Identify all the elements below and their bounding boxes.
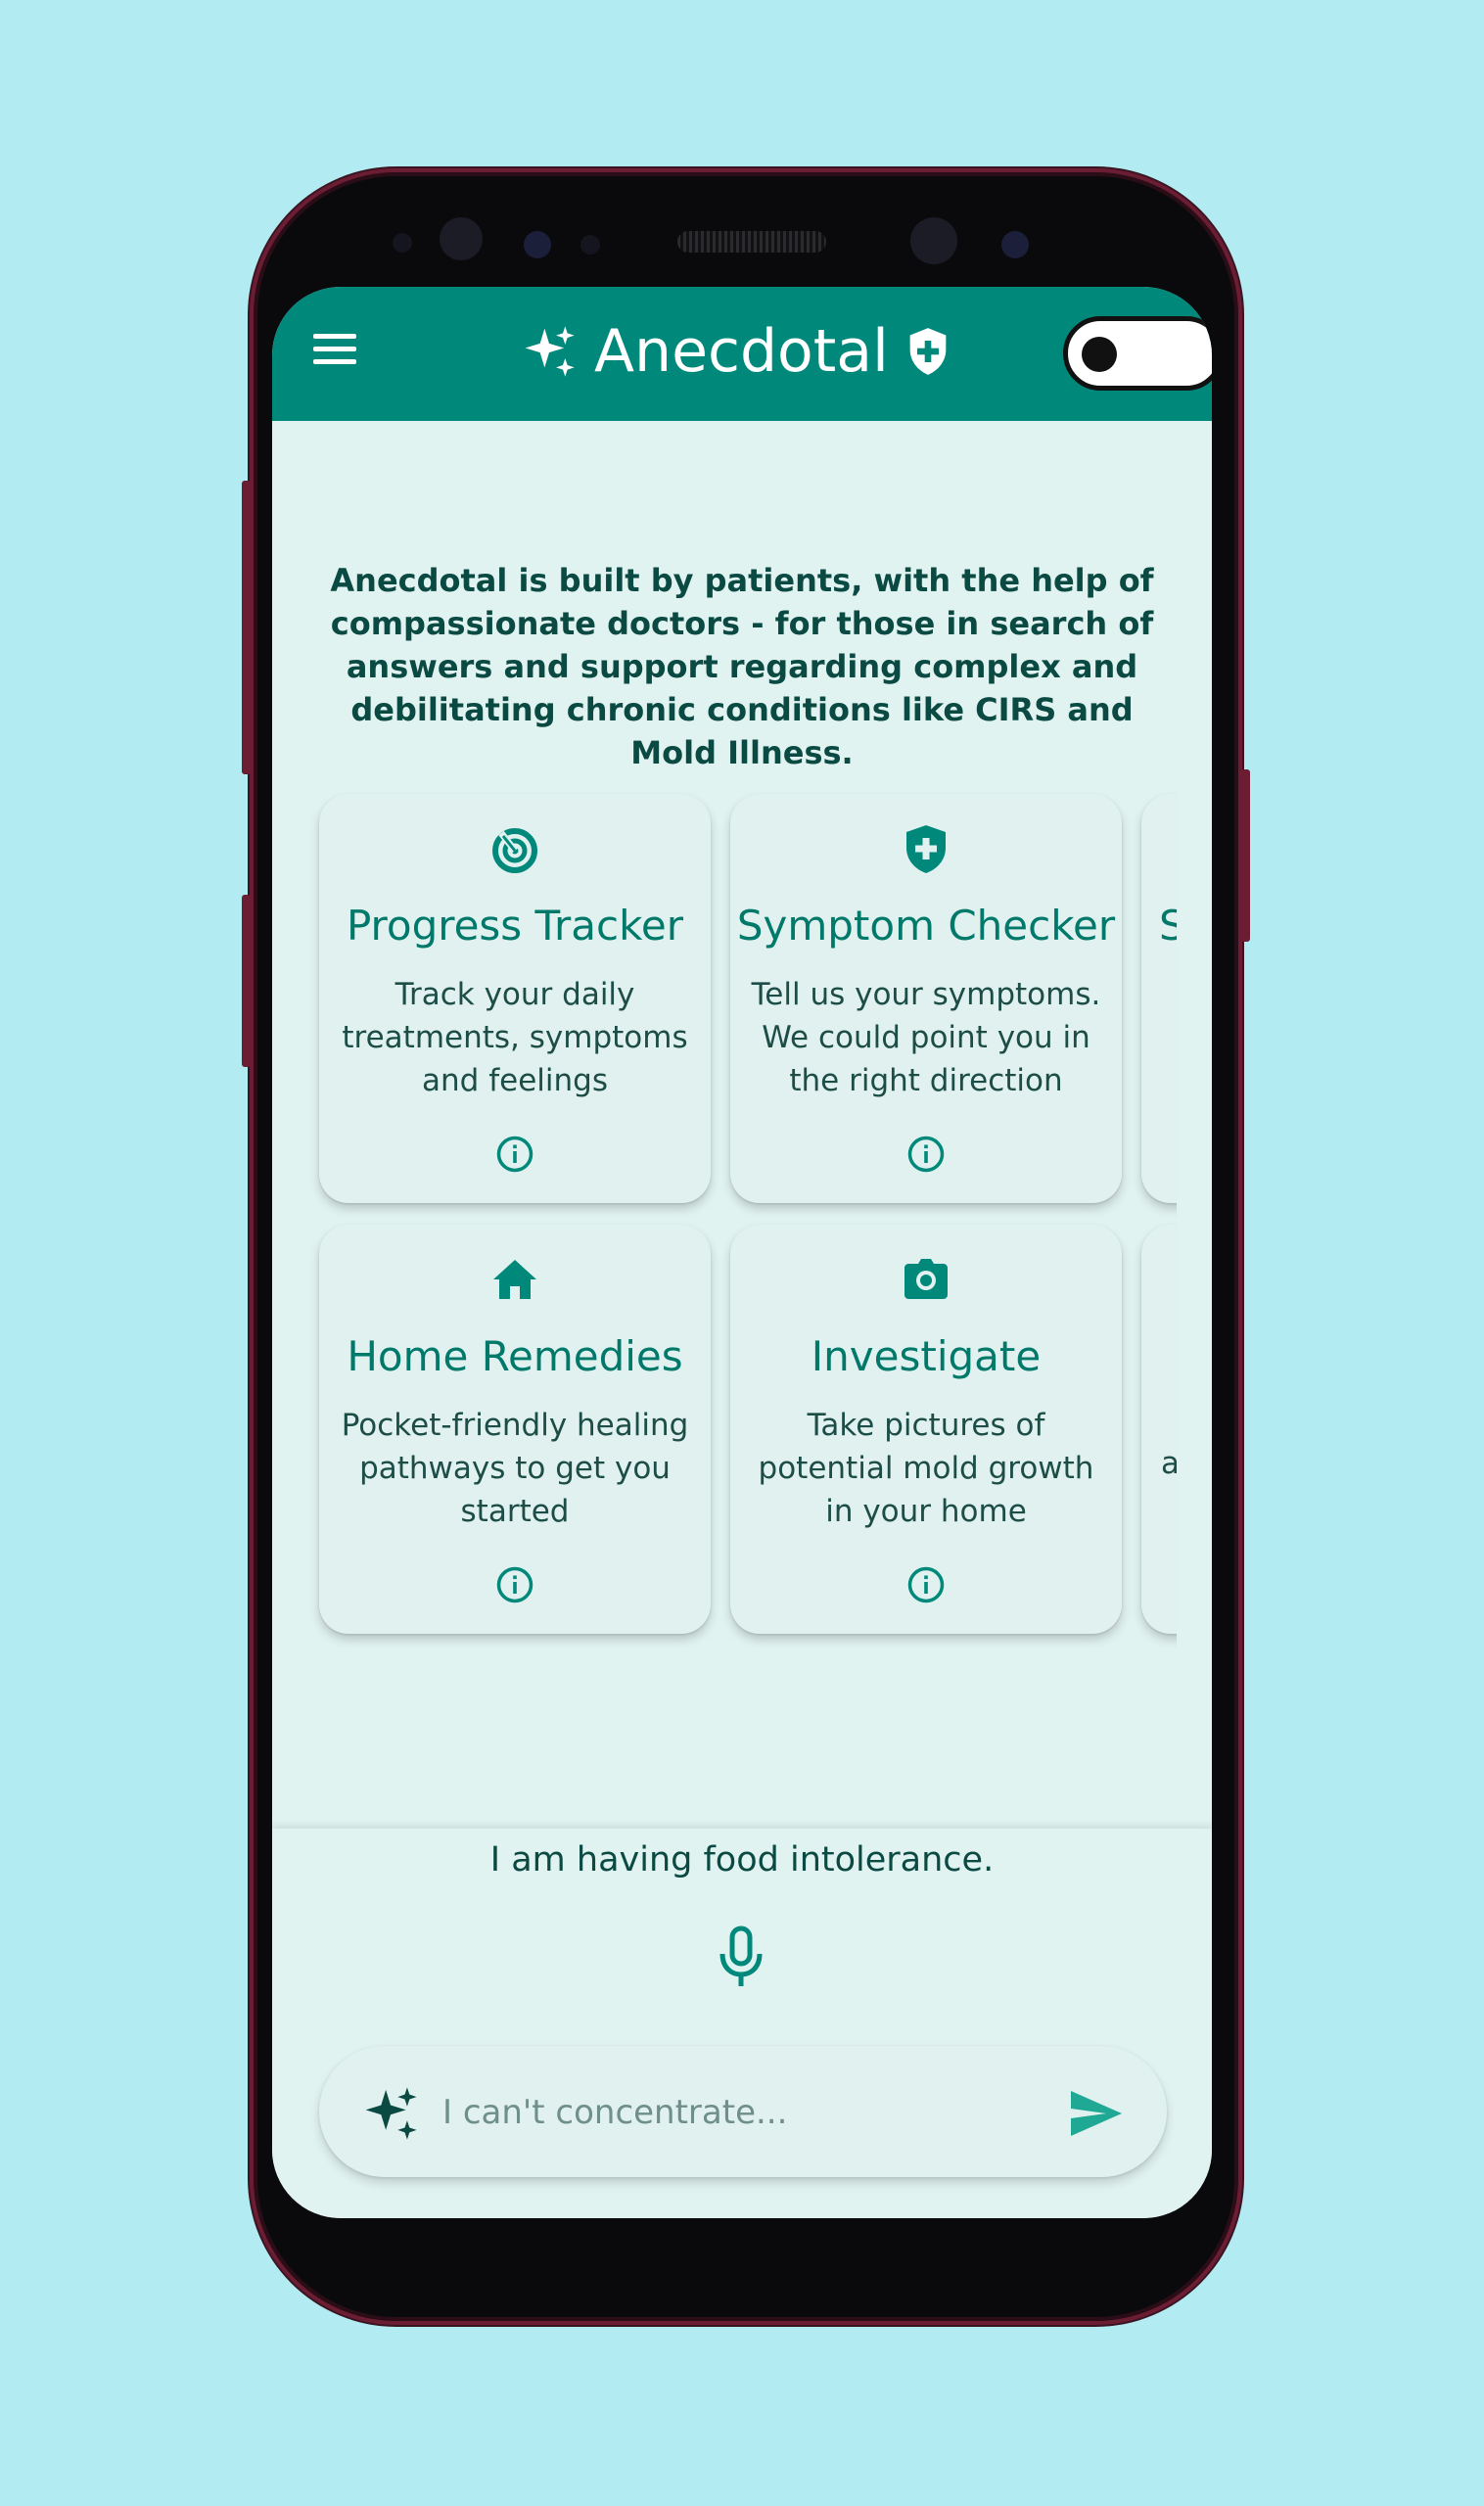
chat-input[interactable] [441,2075,1032,2150]
app-title: Anecdotal [594,317,889,386]
sample-prompt[interactable]: I am having food intolerance. [272,1840,1212,1880]
target-icon [492,828,537,873]
chat-input-container [319,2046,1167,2177]
camera-icon [904,1259,948,1299]
earpiece-speaker [677,231,826,253]
volume-button [242,481,251,774]
card-strip-edge [1177,776,1212,1657]
theme-toggle[interactable] [1063,316,1212,391]
sparkle-icon [525,326,575,377]
front-camera [910,217,957,264]
light-sensor [580,235,600,255]
info-icon[interactable] [495,1135,534,1174]
card-title: Progress Tracker [346,902,684,950]
card-home-remedies[interactable]: Home Remedies Pocket-friendly healing pa… [319,1225,711,1634]
microphone-icon[interactable] [714,1925,768,1989]
iris-camera [1001,231,1029,258]
info-icon[interactable] [906,1565,946,1604]
brand: Anecdotal [522,312,950,391]
card-description: Tell us your symptoms. We could point yo… [751,977,1101,1098]
shield-plus-icon [909,328,947,375]
intro-text: Anecdotal is built by patients, with the… [330,562,1154,771]
app-screen: Anecdotal Anecdotal is built by patients… [272,287,1212,2218]
home-icon [493,1260,536,1299]
card-description: Take pictures of potential mold growth i… [758,1408,1094,1529]
card-title: Home Remedies [347,1332,683,1380]
card-symptom-checker[interactable]: Symptom Checker Tell us your symptoms. W… [730,794,1122,1203]
prompt-area: I am having food intolerance. [272,1829,1212,2218]
info-icon[interactable] [906,1135,946,1174]
bixby-button [242,895,251,1067]
app-bar: Anecdotal [272,287,1212,421]
info-icon[interactable] [495,1565,534,1604]
iris-sensor [440,217,483,260]
card-description: Pocket-friendly healing pathways to get … [341,1408,689,1529]
card-title: Investigate [811,1332,1042,1380]
shield-plus-icon [906,825,946,873]
toggle-knob [1082,337,1117,372]
sparkle-icon [365,2087,417,2140]
power-button [1241,769,1250,942]
send-icon[interactable] [1069,2089,1124,2138]
card-progress-tracker[interactable]: Progress Tracker Track your daily treatm… [319,794,711,1203]
card-title: Symptom Checker [736,902,1116,950]
proximity-sensor [524,231,551,258]
menu-icon[interactable] [313,334,356,369]
card-investigate[interactable]: Investigate Take pictures of potential m… [730,1225,1122,1634]
card-description: Track your daily treatments, symptoms an… [342,977,688,1098]
sensor-dot [393,233,412,253]
